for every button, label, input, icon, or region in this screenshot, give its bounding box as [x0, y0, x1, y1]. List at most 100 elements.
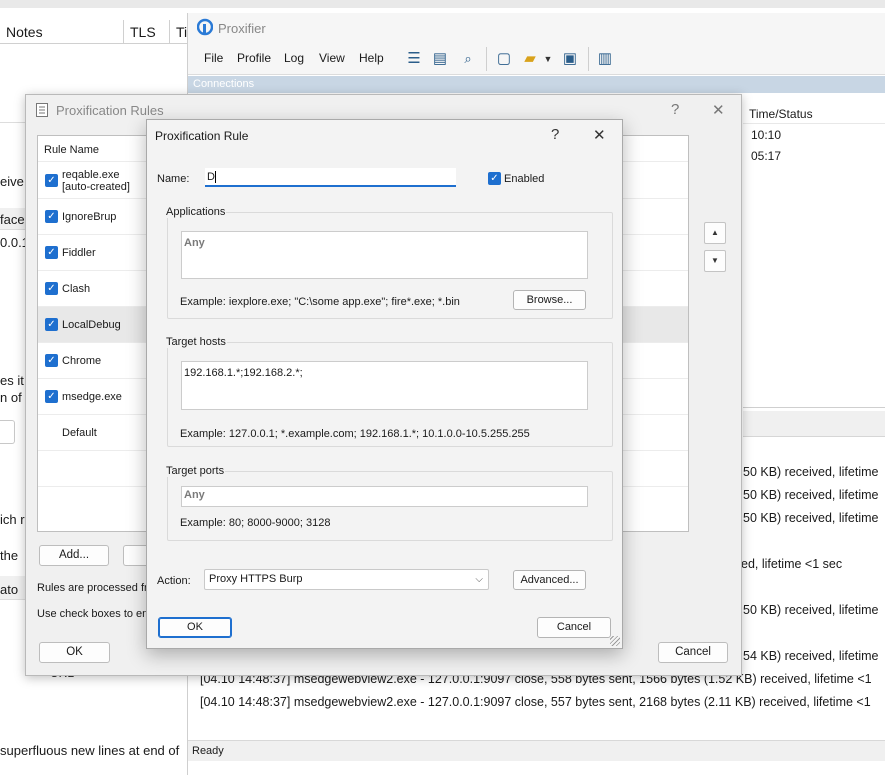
- target-hosts-label: Target hosts: [165, 336, 227, 348]
- move-down-button[interactable]: ▼: [704, 250, 726, 272]
- enabled-checkbox[interactable]: ✓: [488, 172, 501, 185]
- bg-text: face: [0, 212, 25, 227]
- name-label: Name:: [157, 173, 190, 185]
- cancel-button[interactable]: Cancel: [658, 642, 728, 663]
- connections-bar: Connections: [188, 76, 885, 93]
- column-header-time-status[interactable]: Time/Status: [743, 104, 885, 124]
- applications-value: Any: [184, 237, 205, 249]
- log-line: 50 KB) received, lifetime: [743, 465, 879, 479]
- rule-checkbox[interactable]: ✓: [45, 246, 58, 259]
- log-line: 50 KB) received, lifetime: [743, 511, 879, 525]
- resize-grip-icon[interactable]: [610, 636, 620, 646]
- time-cell: 05:17: [751, 149, 782, 163]
- bg-text: ato: [0, 582, 19, 597]
- close-icon[interactable]: ✕: [593, 126, 606, 144]
- menu-log[interactable]: Log: [284, 51, 304, 65]
- rules-info-text: Rules are processed fro: [37, 582, 154, 594]
- log-line: 54 KB) received, lifetime: [743, 649, 879, 663]
- action-select[interactable]: Proxy HTTPS Burp ⌵: [204, 569, 489, 590]
- help-icon[interactable]: ?: [551, 126, 559, 143]
- target-hosts-value: 192.168.1.*;192.168.2.*;: [184, 367, 303, 379]
- log-line: 50 KB) received, lifetime: [743, 603, 879, 617]
- cancel-button[interactable]: Cancel: [537, 617, 611, 638]
- rule-name: Fiddler: [62, 247, 96, 259]
- applications-label: Applications: [165, 206, 227, 218]
- time-cell: 10:10: [751, 128, 782, 142]
- rule-name: reqable.exe: [62, 169, 120, 181]
- rule-checkbox[interactable]: ✓: [45, 354, 58, 367]
- name-input-value: D: [207, 171, 215, 183]
- rules-list-icon: [36, 103, 48, 117]
- menu-help[interactable]: Help: [359, 51, 384, 65]
- log-line: [04.10 14:48:37] msedgewebview2.exe - 12…: [200, 695, 871, 709]
- toolbar-separator: [588, 47, 589, 71]
- bg-text: the: [0, 548, 19, 563]
- proxification-rule-dialog: Proxification Rule ? ✕ Name: D ✓ Enabled…: [146, 119, 623, 649]
- advanced-button[interactable]: Advanced...: [513, 570, 586, 590]
- action-label: Action:: [157, 575, 191, 587]
- name-input[interactable]: D: [205, 168, 456, 187]
- target-hosts-example: Example: 127.0.0.1; *.example.com; 192.1…: [180, 428, 530, 440]
- enabled-label: Enabled: [504, 173, 545, 185]
- rule-name: Chrome: [62, 355, 102, 367]
- column-header-rule-name[interactable]: Rule Name: [44, 144, 99, 156]
- target-ports-textbox[interactable]: Any: [181, 486, 588, 507]
- rule-checkbox[interactable]: ✓: [45, 210, 58, 223]
- status-bar: Ready: [188, 740, 885, 761]
- rule-checkbox[interactable]: ✓: [45, 390, 58, 403]
- rule-checkbox[interactable]: ✓: [45, 174, 58, 187]
- bg-text: es it: [0, 373, 24, 388]
- proxifier-logo-icon: [197, 18, 213, 36]
- divider: [743, 407, 885, 408]
- name-resolution-icon[interactable]: ⌕: [458, 48, 478, 70]
- clone-button[interactable]: [123, 545, 147, 566]
- add-button[interactable]: Add...: [39, 545, 109, 566]
- target-hosts-textbox[interactable]: 192.168.1.*;192.168.2.*;: [181, 361, 588, 410]
- menu-bar: File Profile Log View Help ☰ ▤ ⌕ ▢ ▰ ▼ ▣…: [188, 43, 885, 75]
- log-line: 50 KB) received, lifetime: [743, 488, 879, 502]
- applications-textbox[interactable]: Any: [181, 231, 588, 279]
- move-up-button[interactable]: ▲: [704, 222, 726, 244]
- rule-checkbox[interactable]: ✓: [45, 318, 58, 331]
- menu-profile[interactable]: Profile: [237, 51, 271, 65]
- rule-name: msedge.exe: [62, 391, 122, 403]
- chevron-down-icon: ⌵: [475, 574, 483, 585]
- action-select-value: Proxy HTTPS Burp: [209, 573, 303, 585]
- applications-example: Example: iexplore.exe; "C:\some app.exe"…: [180, 296, 460, 308]
- menu-view[interactable]: View: [319, 51, 345, 65]
- save-icon[interactable]: ▣: [560, 48, 580, 70]
- rule-name: Clash: [62, 283, 91, 295]
- help-icon[interactable]: ?: [671, 101, 679, 118]
- column-header-notes[interactable]: Notes: [0, 20, 124, 44]
- rule-name-suffix: [auto-created]: [62, 181, 130, 193]
- target-ports-value: Any: [184, 489, 205, 501]
- clipboard-icon[interactable]: ▥: [595, 48, 615, 70]
- menu-file[interactable]: File: [204, 51, 223, 65]
- toolbar-separator: [486, 47, 487, 71]
- rule-dialog-title: Proxification Rule: [155, 129, 249, 143]
- bg-text: n of: [0, 390, 22, 405]
- proxifier-title-bar: Proxifier: [188, 13, 885, 43]
- rules-icon[interactable]: ▤: [430, 48, 450, 70]
- column-header-tls[interactable]: TLS: [124, 20, 170, 44]
- rule-name: IgnoreBrup: [62, 211, 117, 223]
- ok-button[interactable]: OK: [39, 642, 110, 663]
- close-icon[interactable]: ✕: [712, 101, 725, 119]
- window-title: Proxifier: [218, 21, 266, 36]
- new-profile-icon[interactable]: ▢: [494, 48, 514, 70]
- rule-name: Default: [62, 427, 97, 439]
- target-ports-label: Target ports: [165, 465, 226, 477]
- rule-checkbox[interactable]: ✓: [45, 282, 58, 295]
- browse-button[interactable]: Browse...: [513, 290, 586, 310]
- text-cursor: [214, 171, 216, 184]
- target-ports-example: Example: 80; 8000-9000; 3128: [180, 517, 331, 529]
- background-top-strip: [0, 0, 885, 8]
- rules-dialog-title: Proxification Rules: [56, 103, 164, 118]
- log-line: ed, lifetime <1 sec: [741, 557, 843, 571]
- rules-info-text: Use check boxes to ena: [37, 608, 155, 620]
- chevron-down-icon[interactable]: ▼: [538, 48, 558, 70]
- ok-button[interactable]: OK: [158, 617, 232, 638]
- proxy-servers-icon[interactable]: ☰: [404, 48, 424, 70]
- bg-button[interactable]: [0, 420, 15, 444]
- open-folder-icon[interactable]: ▰: [520, 48, 540, 70]
